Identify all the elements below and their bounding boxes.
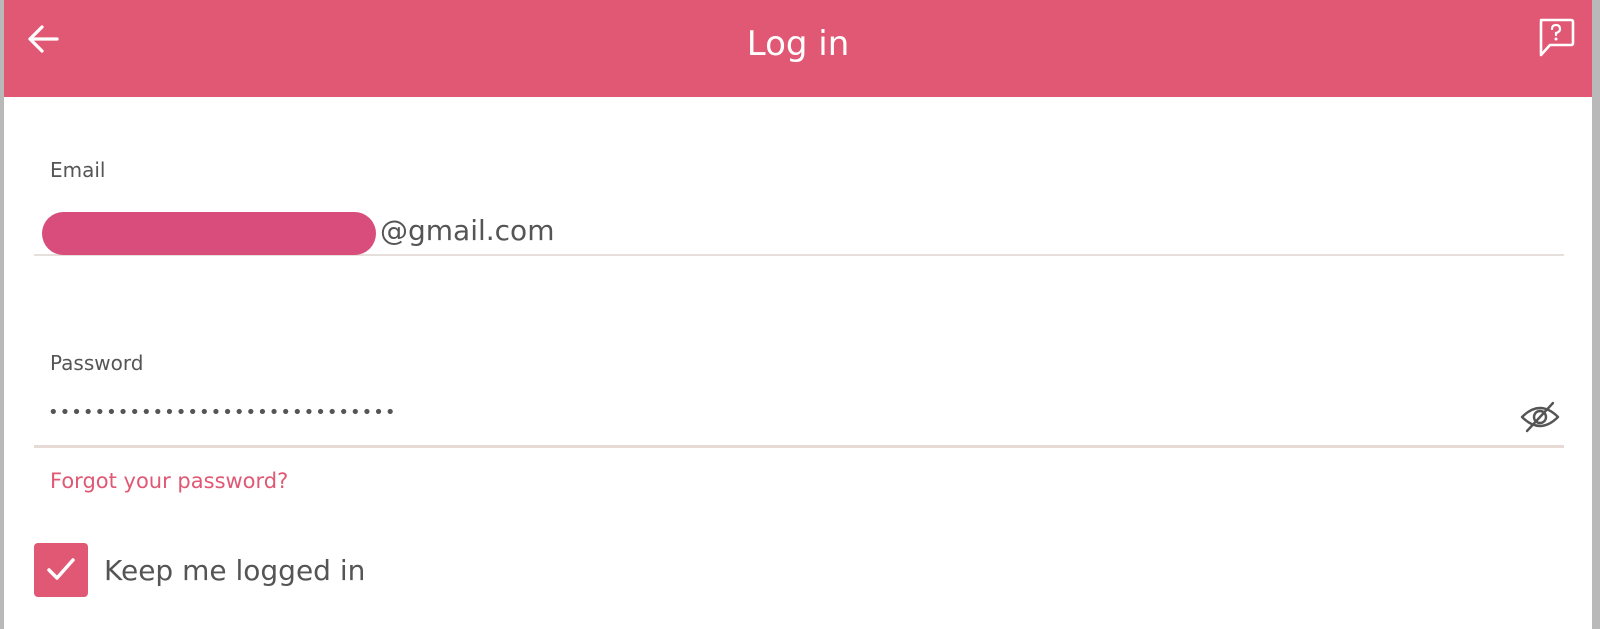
page-title: Log in [746,24,850,64]
app-frame: Log in Email @gmail.com Password •••••••… [4,0,1592,629]
email-field[interactable]: @gmail.com [34,206,1564,256]
eye-off-icon [1520,401,1560,433]
checkmark-icon [47,558,75,580]
forgot-password-link[interactable]: Forgot your password? [50,469,288,493]
email-label: Email [50,158,106,182]
password-label: Password [50,351,144,375]
help-button[interactable] [1534,16,1578,60]
email-domain-text: @gmail.com [380,214,555,247]
password-masked-value: •••••••••••••••••••••••••••••• [48,402,397,423]
keep-logged-in-row[interactable]: Keep me logged in [34,543,365,597]
help-chat-icon [1539,18,1575,57]
header-bar: Log in [4,0,1592,97]
toggle-password-visibility-button[interactable] [1516,398,1564,436]
keep-logged-in-label: Keep me logged in [104,553,366,587]
email-redaction-mask [42,212,376,255]
keep-logged-in-checkbox[interactable] [34,543,88,597]
back-button[interactable] [22,18,64,60]
password-field[interactable]: •••••••••••••••••••••••••••••• [34,396,1564,448]
back-arrow-icon [28,25,59,53]
